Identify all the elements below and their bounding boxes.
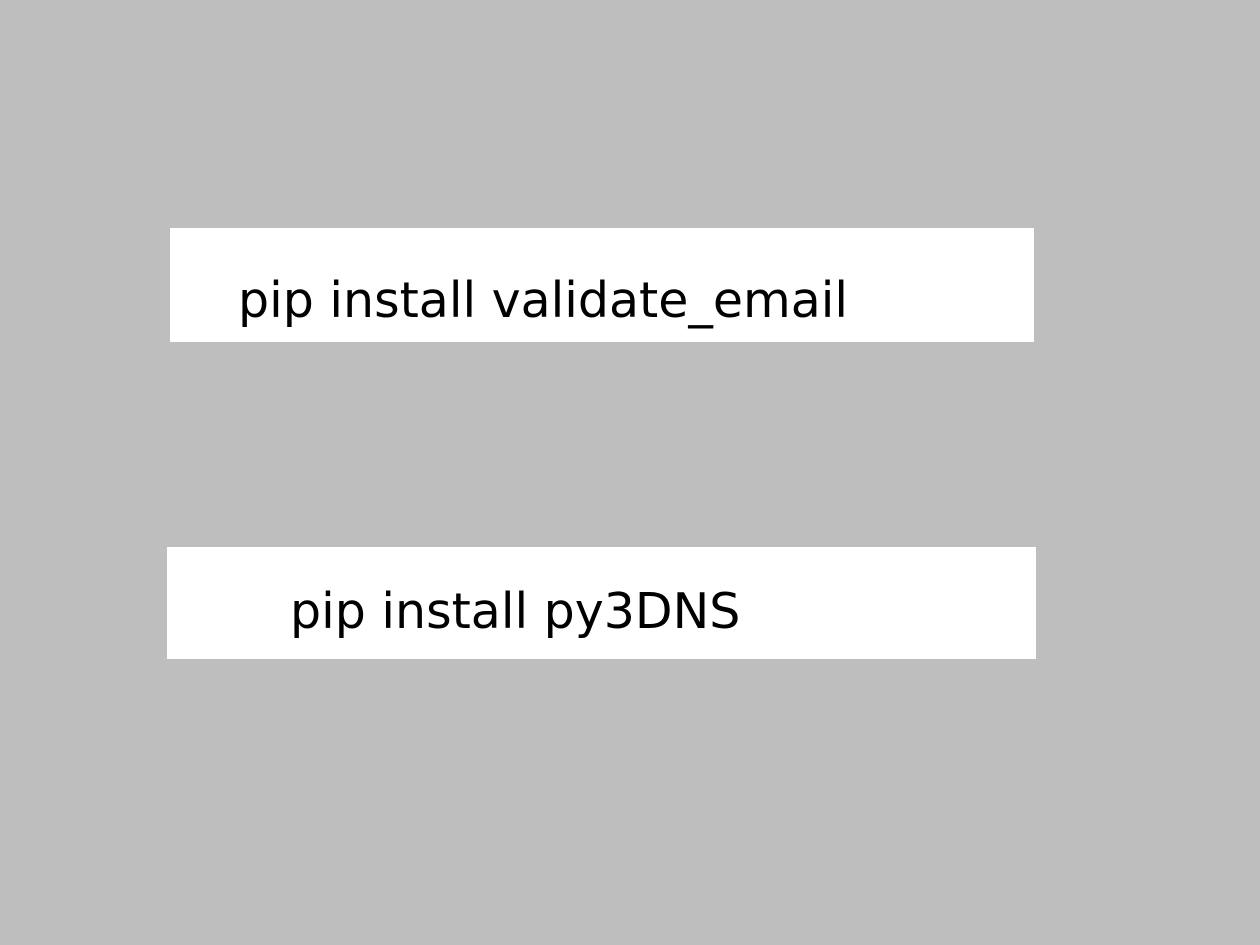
command-text: pip install py3DNS	[290, 583, 741, 640]
command-text: pip install validate_email	[238, 272, 849, 329]
command-box-py3dns[interactable]: pip install py3DNS	[167, 547, 1036, 659]
command-box-validate-email[interactable]: pip install validate_email	[170, 228, 1034, 342]
